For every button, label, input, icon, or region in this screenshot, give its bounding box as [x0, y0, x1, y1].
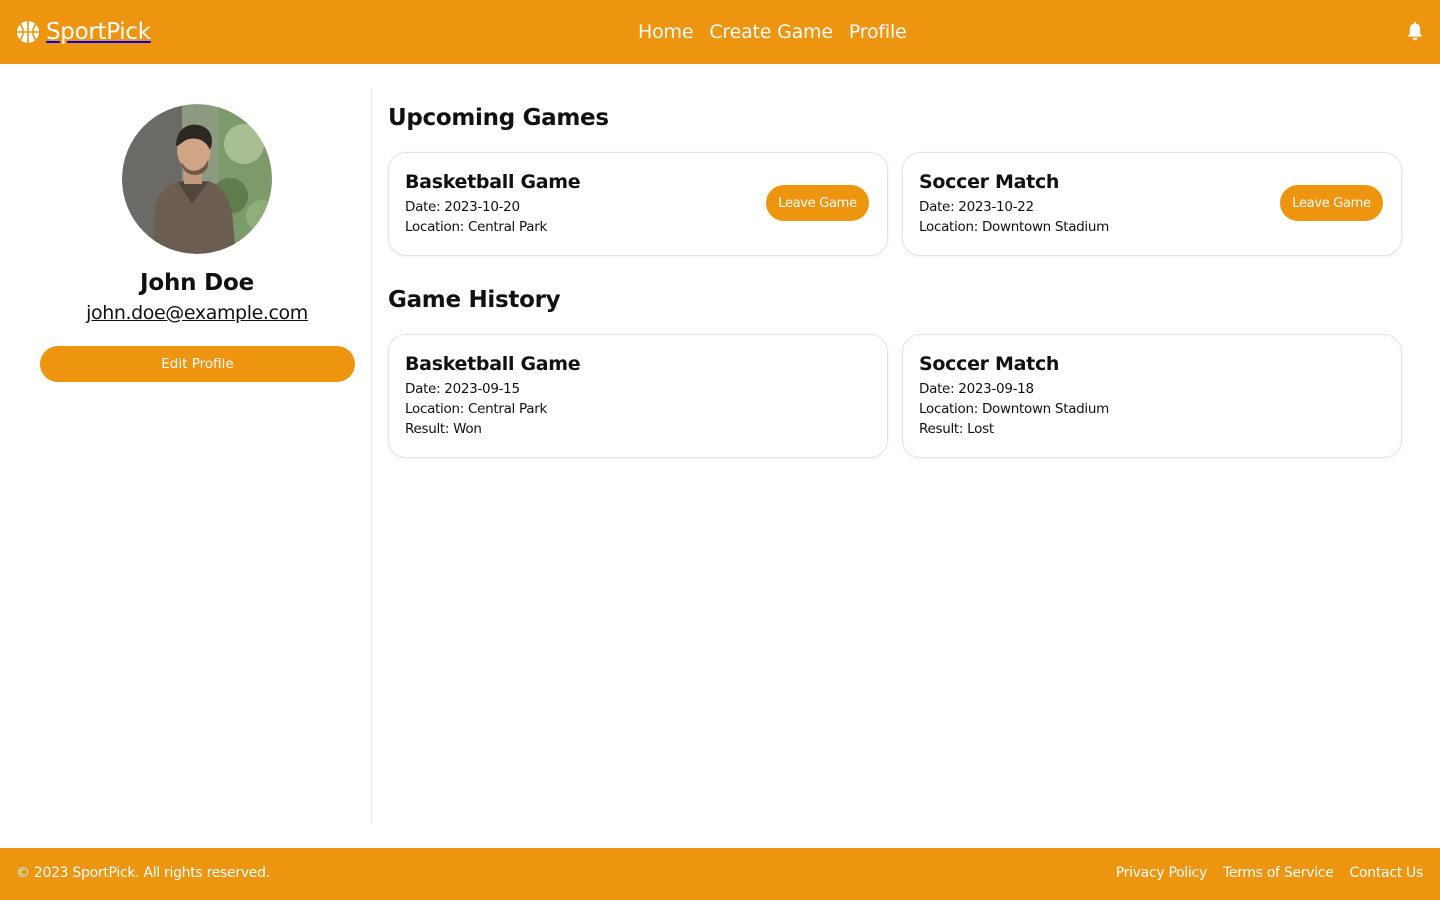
game-date: Date: 2023-09-15	[405, 381, 520, 397]
game-location: Location: Downtown Stadium	[919, 401, 1109, 417]
privacy-policy-link[interactable]: Privacy Policy	[1116, 865, 1208, 881]
game-title: Basketball Game	[405, 171, 581, 193]
site-footer: © 2023 SportPick. All rights reserved. P…	[0, 848, 1440, 900]
game-title: Basketball Game	[405, 353, 581, 375]
edit-profile-button[interactable]: Edit Profile	[40, 346, 355, 382]
nav-profile-link[interactable]: Profile	[841, 21, 915, 43]
upcoming-games-title: Upcoming Games	[388, 105, 609, 131]
upcoming-game-card: Soccer Match Date: 2023-10-22 Location: …	[902, 152, 1402, 256]
brand-logo-link[interactable]: SportPick	[16, 18, 151, 46]
nav-create-game-link[interactable]: Create Game	[701, 21, 841, 43]
nav-home-link[interactable]: Home	[630, 21, 701, 43]
leave-game-button[interactable]: Leave Game	[766, 185, 869, 221]
top-navbar: SportPick Home Create Game Profile	[0, 0, 1440, 64]
game-date: Date: 2023-09-18	[919, 381, 1034, 397]
history-game-card: Soccer Match Date: 2023-09-18 Location: …	[902, 334, 1402, 458]
game-location: Location: Central Park	[405, 219, 547, 235]
profile-email: john.doe@example.com	[0, 302, 394, 324]
contact-us-link[interactable]: Contact Us	[1350, 865, 1424, 881]
game-date: Date: 2023-10-20	[405, 199, 520, 215]
game-result: Result: Lost	[919, 421, 994, 437]
main-nav: Home Create Game Profile	[630, 18, 915, 46]
game-location: Location: Central Park	[405, 401, 547, 417]
brand-name: SportPick	[46, 19, 151, 45]
copyright-text: © 2023 SportPick. All rights reserved.	[16, 865, 270, 881]
game-history-title: Game History	[388, 287, 561, 313]
profile-sidebar: John Doe john.doe@example.com Edit Profi…	[0, 88, 372, 824]
terms-of-service-link[interactable]: Terms of Service	[1223, 865, 1334, 881]
leave-game-button[interactable]: Leave Game	[1280, 185, 1383, 221]
upcoming-game-card: Basketball Game Date: 2023-10-20 Locatio…	[388, 152, 888, 256]
history-game-card: Basketball Game Date: 2023-09-15 Locatio…	[388, 334, 888, 458]
profile-name: John Doe	[139, 270, 254, 296]
game-result: Result: Won	[405, 421, 482, 437]
game-title: Soccer Match	[919, 353, 1060, 375]
footer-links: Privacy Policy Terms of Service Contact …	[1116, 865, 1424, 881]
bell-icon[interactable]	[1406, 22, 1424, 42]
game-date: Date: 2023-10-22	[919, 199, 1034, 215]
avatar	[122, 104, 272, 254]
basketball-icon	[17, 21, 39, 43]
game-location: Location: Downtown Stadium	[919, 219, 1109, 235]
game-title: Soccer Match	[919, 171, 1060, 193]
profile-email-link[interactable]: john.doe@example.com	[86, 302, 308, 324]
